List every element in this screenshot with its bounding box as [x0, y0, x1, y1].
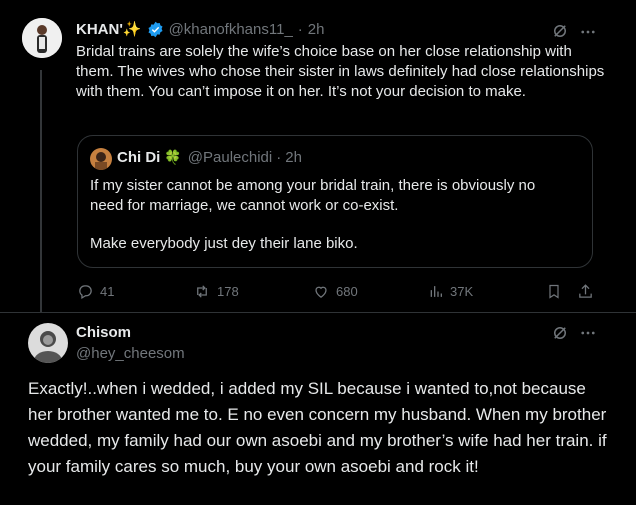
reply-icon — [77, 283, 94, 300]
views-count: 37K — [450, 284, 474, 299]
author-handle-chisom[interactable]: @hey_cheesom — [76, 345, 185, 362]
more-icon-2[interactable] — [579, 324, 597, 342]
tweet1-text: Bridal trains are solely the wife’s choi… — [76, 43, 605, 100]
reply-button[interactable]: 41 — [77, 283, 114, 300]
verified-icon — [147, 21, 164, 38]
reply-count: 41 — [100, 284, 115, 299]
views-button[interactable]: 37K — [428, 283, 473, 300]
avatar-khan[interactable] — [22, 18, 62, 58]
bookmark-icon[interactable] — [546, 283, 562, 300]
quote-text-1: If my sister cannot be among your bridal… — [90, 177, 536, 214]
quote-header: Chi Di 🍀 @Paulechidi · 2h — [117, 149, 302, 166]
clover-emoji: 🍀 — [164, 149, 182, 165]
quote-author-name[interactable]: Chi Di — [117, 149, 160, 166]
repost-count: 178 — [217, 284, 239, 299]
quote-separator: · — [276, 149, 282, 166]
timestamp[interactable]: 2h — [308, 21, 325, 38]
tweet2-text: Exactly!..when i wedded, i added my SIL … — [28, 379, 607, 476]
author-handle[interactable]: @khanofkhans11_ — [169, 21, 293, 38]
quoted-tweet[interactable]: Chi Di 🍀 @Paulechidi · 2h If my sister c… — [77, 135, 593, 268]
avatar-chisom[interactable] — [28, 323, 68, 363]
avatar-chidi[interactable] — [90, 148, 112, 170]
repost-button[interactable]: 178 — [193, 283, 239, 300]
like-count: 680 — [336, 284, 358, 299]
quote-text-2: Make everybody just dey their lane biko. — [90, 235, 358, 252]
thread-line — [40, 70, 42, 313]
like-button[interactable]: 680 — [312, 283, 358, 300]
tweet-divider — [0, 312, 636, 313]
like-icon — [312, 283, 330, 300]
more-icon[interactable] — [579, 23, 597, 41]
grok-icon[interactable] — [551, 22, 569, 40]
share-icon[interactable] — [577, 283, 594, 300]
tweet1-header: KHAN'✨ @khanofkhans11_ · 2h — [76, 20, 325, 39]
author-name-chisom[interactable]: Chisom — [76, 324, 131, 341]
author-name[interactable]: KHAN'✨ — [76, 20, 142, 38]
grok-icon-2[interactable] — [551, 324, 569, 342]
quote-author-handle[interactable]: @Paulechidi — [188, 149, 272, 166]
views-icon — [428, 283, 444, 300]
quote-timestamp[interactable]: 2h — [285, 149, 302, 166]
repost-icon — [193, 283, 211, 300]
separator: · — [297, 20, 303, 38]
